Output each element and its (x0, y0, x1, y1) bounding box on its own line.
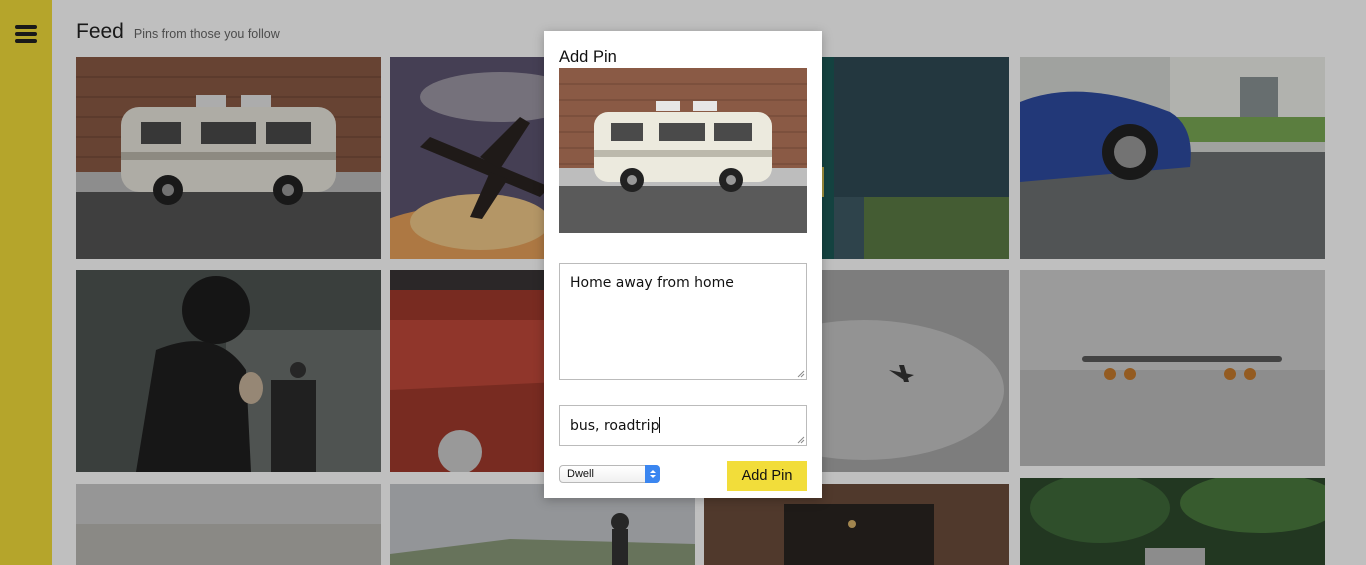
resize-grip-icon[interactable] (797, 436, 805, 444)
add-pin-dialog: Add Pin Home away from home bus, roadtri… (544, 31, 822, 498)
tags-text: bus, roadtrip (570, 418, 660, 434)
pin-tags-input[interactable]: bus, roadtrip (559, 405, 807, 446)
pin-image-preview (559, 68, 807, 233)
board-select-value: Dwell (567, 468, 594, 480)
add-pin-button[interactable]: Add Pin (727, 461, 807, 491)
select-stepper-icon (645, 465, 660, 483)
pin-description-textarea[interactable]: Home away from home (559, 263, 807, 380)
description-text: Home away from home (570, 275, 734, 291)
resize-grip-icon[interactable] (797, 370, 805, 378)
dialog-title: Add Pin (559, 48, 617, 66)
board-select[interactable]: Dwell (559, 465, 660, 483)
text-caret (659, 417, 661, 433)
